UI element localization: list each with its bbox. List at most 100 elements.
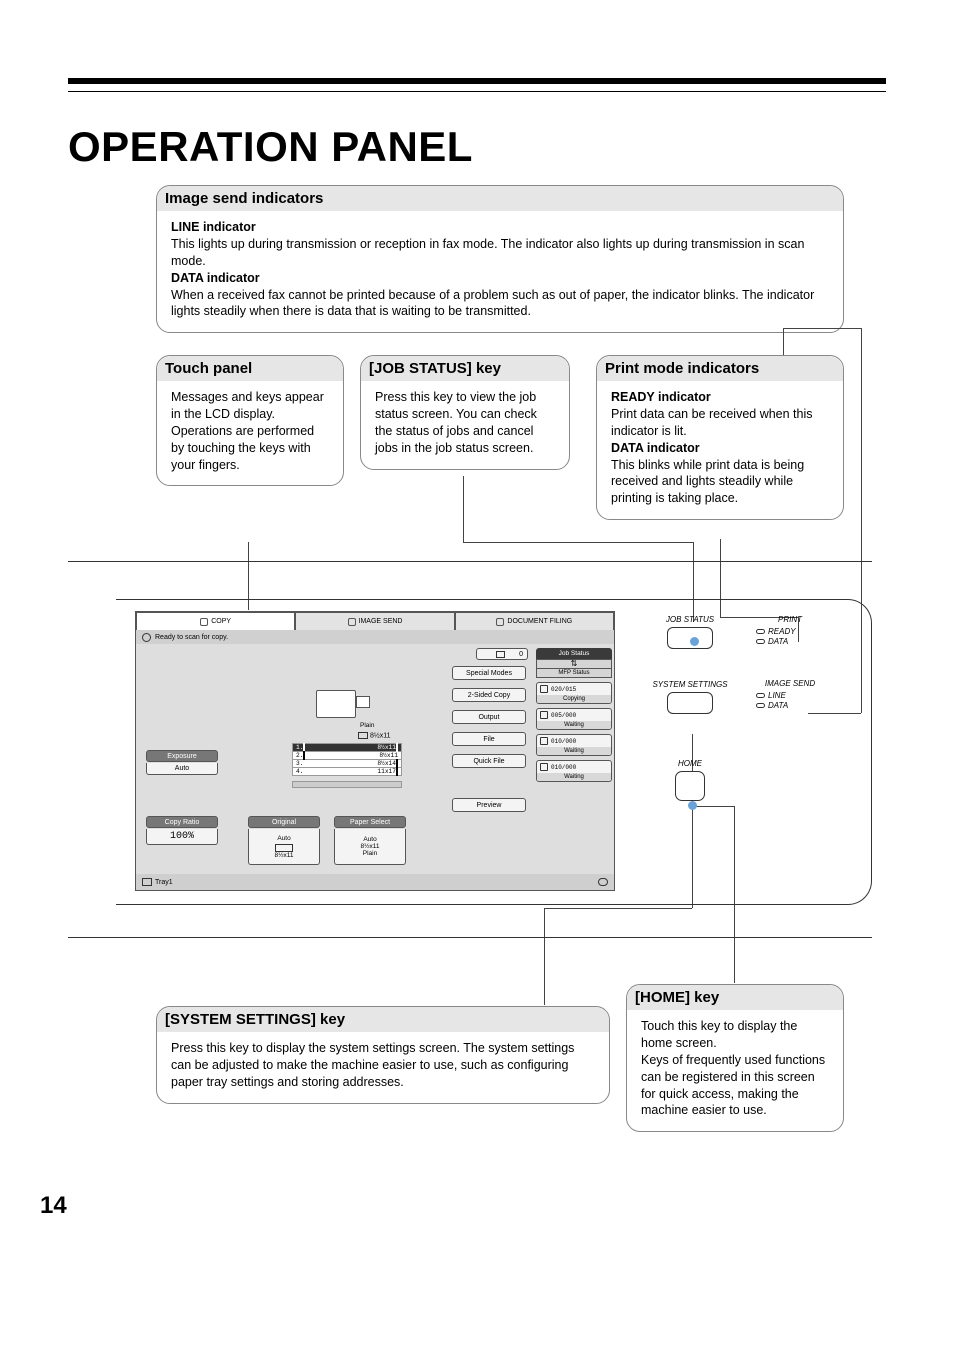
led-icon — [756, 703, 765, 708]
system-settings-label: SYSTEM SETTINGS — [644, 681, 736, 689]
data-label: DATA — [768, 637, 788, 646]
job-label: Waiting — [537, 773, 611, 781]
leader-line — [463, 476, 464, 542]
top-thick-rule — [68, 78, 886, 84]
paper-type-label: Plain — [360, 722, 374, 729]
tab-label: IMAGE SEND — [359, 618, 403, 625]
leader-line — [463, 542, 693, 543]
document-filing-icon — [496, 618, 504, 626]
job-status-text: Press this key to view the job status sc… — [375, 389, 555, 457]
job-count: 005/000 — [551, 712, 576, 719]
data-indicator-text: This blinks while print data is being re… — [611, 458, 804, 506]
job-icon — [540, 711, 548, 719]
home-key[interactable] — [675, 771, 705, 801]
original-value: Auto 8½x11 — [248, 829, 320, 865]
ready-indicator-label: READY indicator — [611, 390, 711, 404]
callout-dot — [690, 637, 699, 646]
two-sided-copy-button[interactable]: 2-Sided Copy — [452, 688, 526, 702]
job-status-label: JOB STATUS — [644, 615, 736, 624]
job-status-list: Job Status ⇅ MFP Status 020/015Copying 0… — [536, 648, 612, 786]
tab-document-filing[interactable]: DOCUMENT FILING — [455, 612, 614, 630]
job-row[interactable]: 005/000 Waiting — [536, 708, 612, 730]
job-label: Waiting — [537, 747, 611, 755]
image-send-indicator-group: IMAGE SEND LINE DATA — [744, 679, 836, 711]
lcd-status-bar: Ready to scan for copy. — [136, 630, 614, 644]
tab-copy[interactable]: COPY — [136, 612, 295, 630]
callout-heading: Print mode indicators — [597, 356, 843, 381]
page-icon — [396, 767, 398, 776]
file-button[interactable]: File — [452, 732, 526, 746]
led-icon — [756, 629, 765, 634]
bypass-tray-icon — [292, 781, 402, 788]
tray-size: 8½x11 — [377, 744, 396, 751]
page-icon — [303, 751, 305, 760]
ready-led: READY — [744, 627, 836, 636]
job-icon — [540, 737, 548, 745]
tray-icon — [142, 878, 152, 886]
special-modes-button[interactable]: Special Modes — [452, 666, 526, 680]
system-settings-key[interactable] — [667, 692, 713, 714]
paper-size-label: 8½x11 — [358, 732, 391, 739]
leader-line — [783, 328, 861, 329]
lcd-bottom-bar: Tray1 — [136, 874, 614, 890]
data-led: DATA — [744, 701, 836, 710]
leader-line — [783, 328, 784, 355]
print-indicator-group: PRINT READY DATA — [744, 615, 836, 647]
tray-size: 8½x11 — [379, 752, 398, 759]
tray-row[interactable]: 4. 11x17 — [292, 767, 402, 776]
job-label: Copying — [537, 695, 611, 703]
data-indicator-label: DATA indicator — [171, 271, 260, 285]
image-send-label: IMAGE SEND — [744, 679, 836, 688]
page-icon — [358, 732, 368, 739]
callout-job-status: [JOB STATUS] key Press this key to view … — [360, 355, 570, 470]
job-label: Waiting — [537, 721, 611, 729]
callout-heading: [JOB STATUS] key — [361, 356, 569, 381]
panel-border-top — [68, 561, 872, 562]
brightness-icon[interactable] — [598, 878, 608, 886]
data-indicator-label2: DATA indicator — [611, 441, 700, 455]
original-button[interactable]: Original — [248, 816, 320, 828]
job-status-header[interactable]: Job Status — [536, 648, 612, 659]
copy-ratio-button[interactable]: Copy Ratio — [146, 816, 218, 828]
quick-file-button[interactable]: Quick File — [452, 754, 526, 768]
preview-button[interactable]: Preview — [452, 798, 526, 812]
touch-panel-text1: Messages and keys appear in the LCD disp… — [171, 390, 324, 421]
job-status-arrow[interactable]: ⇅ — [536, 659, 612, 669]
data-indicator-text1: When a received fax cannot be printed be… — [171, 288, 739, 302]
clock-icon — [142, 633, 151, 642]
tab-label: COPY — [211, 618, 231, 625]
job-row[interactable]: 010/000 Waiting — [536, 760, 612, 782]
job-row[interactable]: 010/000Waiting — [536, 734, 612, 756]
paper-size-value: 8½x11 — [370, 732, 391, 739]
tray-bottom-label: Tray1 — [155, 879, 173, 886]
line-indicator-label: LINE indicator — [171, 220, 256, 234]
original-auto: Auto — [277, 835, 290, 842]
system-settings-key-group: SYSTEM SETTINGS — [644, 681, 736, 714]
machine-icon — [316, 690, 356, 718]
copy-icon — [200, 618, 208, 626]
page-number: 14 — [40, 1192, 67, 1220]
tray-num: 4. — [296, 768, 303, 775]
led-icon — [756, 693, 765, 698]
paper-select-button[interactable]: Paper Select — [334, 816, 406, 828]
mfp-status-header[interactable]: MFP Status — [536, 669, 612, 678]
led-icon — [756, 639, 765, 644]
leader-line — [544, 908, 545, 1005]
image-send-icon — [348, 618, 356, 626]
ready-indicator-text: Print data can be received when this ind… — [611, 407, 813, 438]
page-icon — [396, 743, 398, 752]
output-button[interactable]: Output — [452, 710, 526, 724]
lcd-right-buttons-col: Special Modes 2-Sided Copy Output File Q… — [452, 646, 526, 820]
job-row[interactable]: 020/015Copying — [536, 682, 612, 704]
lcd-tabs: COPY IMAGE SEND DOCUMENT FILING — [136, 612, 614, 630]
job-count: 010/000 — [551, 764, 576, 771]
tray-size: 11x17 — [377, 768, 396, 775]
page-icon — [275, 844, 293, 852]
lcd-touch-panel[interactable]: COPY IMAGE SEND DOCUMENT FILING Ready to… — [135, 611, 615, 891]
exposure-button[interactable]: Exposure — [146, 750, 218, 762]
ps-type: Plain — [363, 850, 377, 857]
panel-border-bottom — [68, 937, 872, 938]
data-label: DATA — [768, 701, 788, 710]
job-icon — [540, 763, 548, 771]
tab-image-send[interactable]: IMAGE SEND — [295, 612, 454, 630]
